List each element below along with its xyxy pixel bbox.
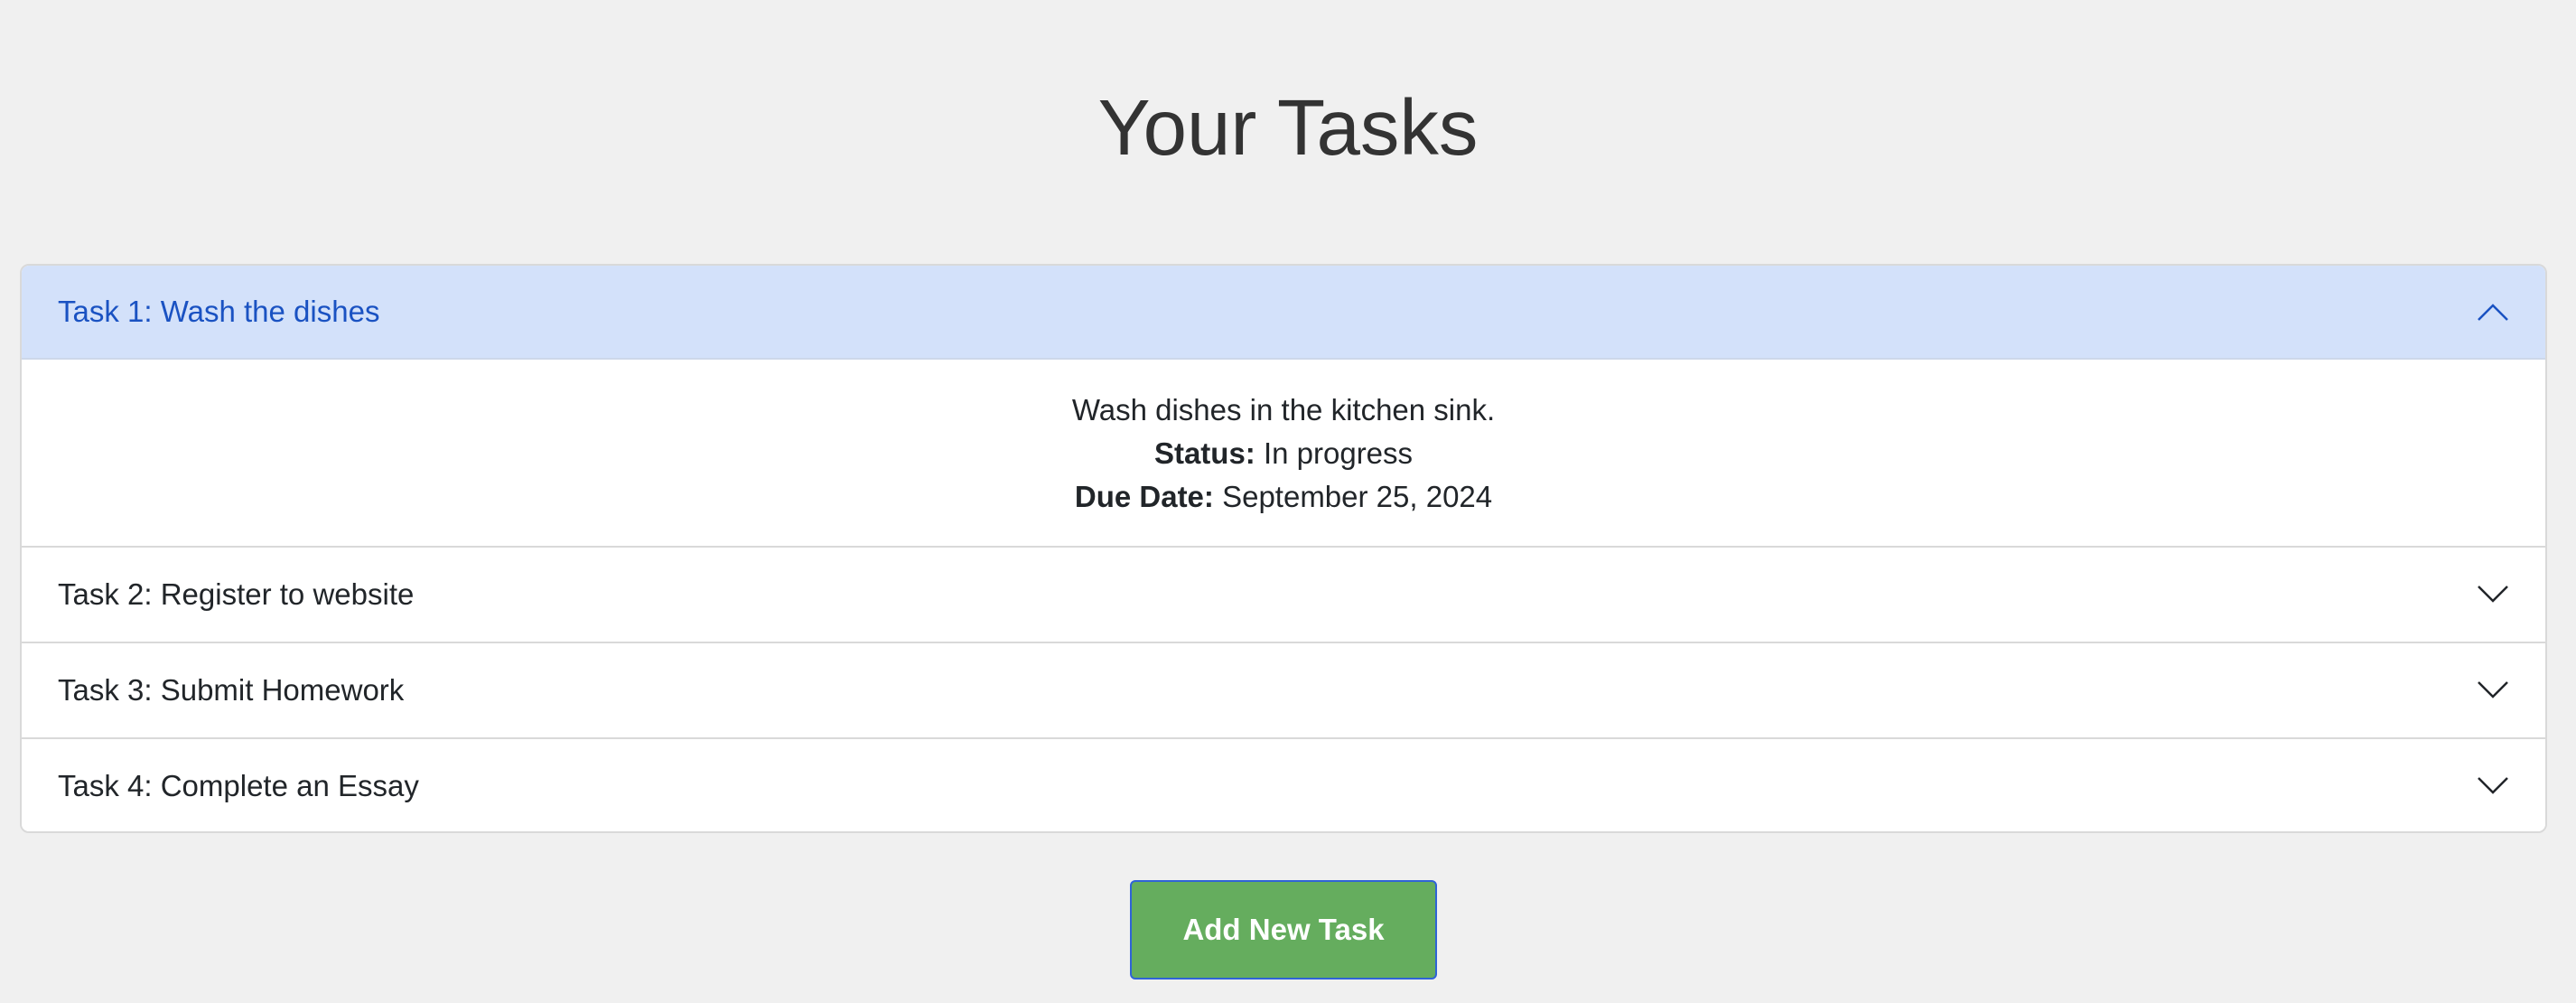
chevron-down-icon[interactable] [2477, 585, 2509, 605]
page-title: Your Tasks [1097, 84, 1479, 172]
task-title: Task 2: Register to website [58, 577, 415, 611]
status-label: Status: [1153, 436, 1255, 470]
task-item-3: Task 3: Submit Homework [22, 643, 2545, 739]
task-item-1: Task 1: Wash the dishes Wash dishes in t… [22, 266, 2545, 548]
task-1-details: Wash dishes in the kitchen sink. Status:… [22, 360, 2545, 546]
chevron-down-icon[interactable] [2477, 680, 2509, 700]
task-2-header[interactable]: Task 2: Register to website [22, 548, 2545, 642]
due-date-label: Due Date: [1074, 480, 1214, 513]
task-accordion: Task 1: Wash the dishes Wash dishes in t… [20, 264, 2547, 833]
task-description: Wash dishes in the kitchen sink. [1071, 393, 1496, 427]
chevron-down-icon[interactable] [2477, 776, 2509, 796]
chevron-up-icon[interactable] [2477, 302, 2509, 322]
add-new-task-button[interactable]: Add New Task [1130, 880, 1437, 980]
task-3-header[interactable]: Task 3: Submit Homework [22, 643, 2545, 737]
task-title: Task 1: Wash the dishes [58, 295, 380, 328]
status-value: In progress [1263, 436, 1414, 470]
task-status: Status: In progress [22, 432, 2545, 475]
task-title: Task 4: Complete an Essay [58, 769, 419, 802]
due-date-value: September 25, 2024 [1222, 480, 1493, 513]
task-item-2: Task 2: Register to website [22, 548, 2545, 643]
task-1-header[interactable]: Task 1: Wash the dishes [22, 266, 2545, 360]
task-item-4: Task 4: Complete an Essay [22, 739, 2545, 831]
task-title: Task 3: Submit Homework [58, 673, 405, 707]
task-due-date: Due Date: September 25, 2024 [22, 475, 2545, 519]
task-4-header[interactable]: Task 4: Complete an Essay [22, 739, 2545, 831]
